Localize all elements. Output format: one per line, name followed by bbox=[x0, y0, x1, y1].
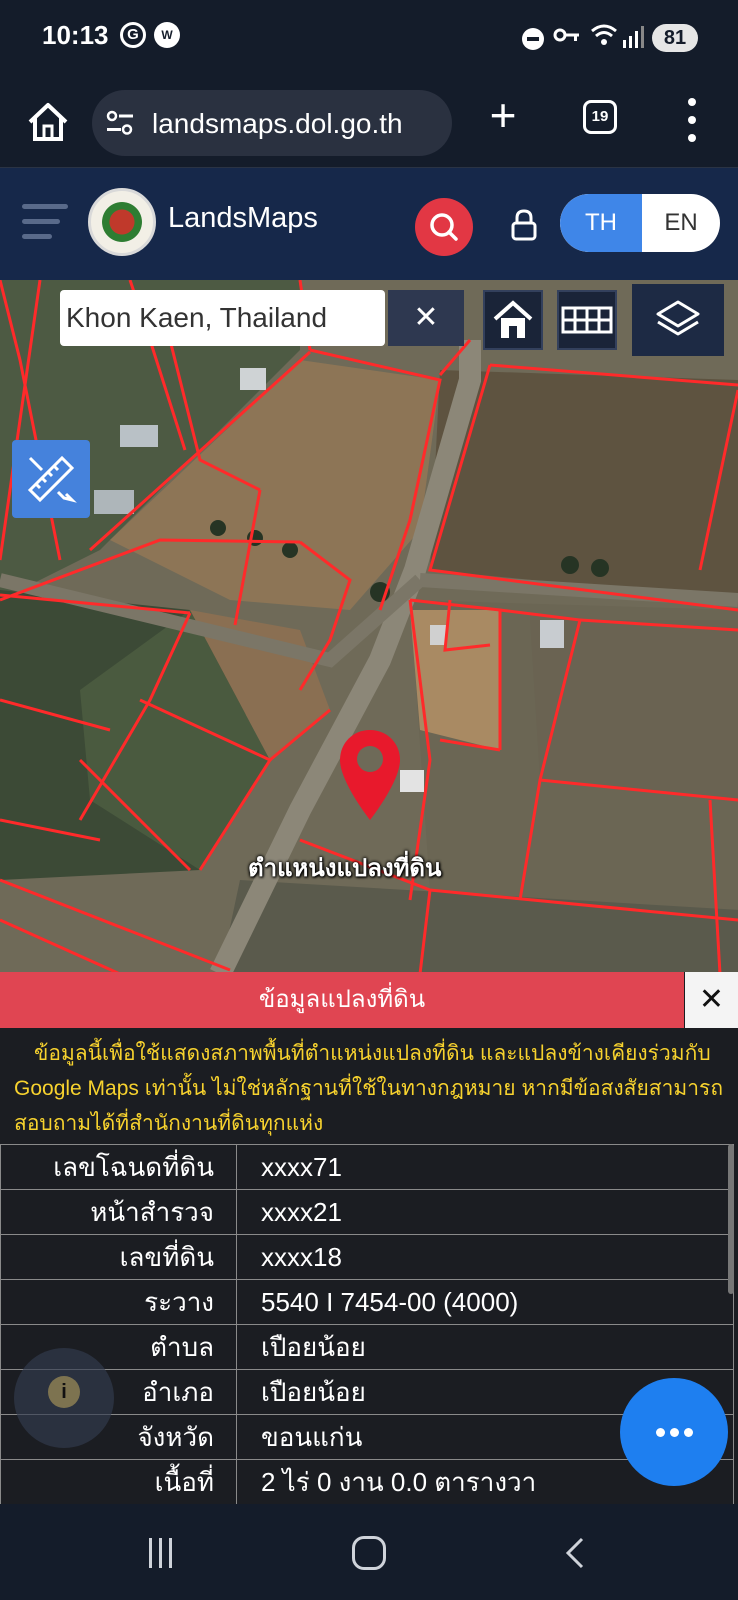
notification-app-icon: W bbox=[154, 22, 180, 48]
row-label: ระวาง bbox=[0, 1279, 237, 1325]
table-row: เลขที่ดิน xxxx18 bbox=[0, 1234, 734, 1280]
recent-apps-button[interactable] bbox=[145, 1538, 177, 1568]
table-row: เนื้อที่ 2 ไร่ 0 งาน 0.0 ตารางวา bbox=[0, 1459, 734, 1505]
wifi-icon bbox=[590, 22, 618, 54]
login-lock-icon[interactable] bbox=[508, 208, 540, 242]
layers-button[interactable] bbox=[632, 284, 724, 356]
row-label: เนื้อที่ bbox=[0, 1459, 237, 1505]
measure-tool-button[interactable] bbox=[12, 440, 90, 518]
row-value: xxxx21 bbox=[236, 1189, 734, 1235]
place-search-box[interactable] bbox=[60, 290, 385, 346]
vpn-key-icon bbox=[553, 24, 581, 52]
clear-search-button[interactable]: ✕ bbox=[388, 290, 464, 346]
hamburger-menu-icon[interactable] bbox=[22, 202, 70, 242]
url-bar[interactable]: landsmaps.dol.go.th bbox=[92, 90, 452, 156]
info-button[interactable]: i bbox=[14, 1348, 114, 1448]
app-header: LandsMaps TH EN bbox=[0, 168, 738, 280]
browser-toolbar: landsmaps.dol.go.th + 19 bbox=[0, 78, 738, 168]
place-search-input[interactable] bbox=[60, 290, 385, 346]
row-label: เลขโฉนดที่ดิน bbox=[0, 1144, 237, 1190]
system-nav-bar bbox=[0, 1504, 738, 1600]
site-settings-icon[interactable] bbox=[106, 110, 134, 136]
more-options-button[interactable] bbox=[620, 1378, 728, 1486]
row-label: หน้าสำรวจ bbox=[0, 1189, 237, 1235]
tab-switcher-button[interactable]: 19 bbox=[583, 100, 617, 134]
satellite-map[interactable]: ✕ ตำแหน่งแปลงที่ดิน bbox=[0, 280, 738, 974]
home-icon[interactable] bbox=[22, 96, 74, 148]
home-map-button[interactable] bbox=[483, 290, 543, 350]
row-value: เปือยน้อย bbox=[236, 1324, 734, 1370]
google-app-icon: G bbox=[120, 22, 146, 48]
table-row: หน้าสำรวจ xxxx21 bbox=[0, 1189, 734, 1235]
browser-menu-icon[interactable] bbox=[680, 96, 704, 146]
grid-overlay-button[interactable] bbox=[557, 290, 617, 350]
info-icon: i bbox=[48, 1376, 80, 1408]
panel-title: ข้อมูลแปลงที่ดิน bbox=[0, 972, 684, 1028]
row-value: xxxx18 bbox=[236, 1234, 734, 1280]
panel-close-button[interactable]: ✕ bbox=[685, 972, 738, 1028]
language-toggle[interactable]: TH EN bbox=[560, 194, 720, 252]
lang-en-button[interactable]: EN bbox=[642, 194, 720, 252]
home-button[interactable] bbox=[352, 1536, 386, 1570]
table-row: เลขโฉนดที่ดิน xxxx71 bbox=[0, 1144, 734, 1190]
url-text[interactable]: landsmaps.dol.go.th bbox=[152, 108, 403, 140]
row-value: 5540 I 7454-00 (4000) bbox=[236, 1279, 734, 1325]
parcel-location-pin-icon[interactable] bbox=[338, 728, 402, 824]
lang-th-button[interactable]: TH bbox=[560, 194, 642, 252]
table-row: ตำบล เปือยน้อย bbox=[0, 1324, 734, 1370]
brand-title: LandsMaps bbox=[168, 202, 318, 234]
panel-scrollbar[interactable] bbox=[728, 1144, 734, 1294]
search-button[interactable] bbox=[415, 198, 473, 256]
row-label: เลขที่ดิน bbox=[0, 1234, 237, 1280]
parcel-location-label: ตำแหน่งแปลงที่ดิน bbox=[248, 855, 442, 882]
parcel-info-panel: ข้อมูลแปลงที่ดิน ✕ ข้อมูลนี้เพื่อใช้แสดง… bbox=[0, 972, 738, 1512]
status-bar: 10:13 G W 81 bbox=[0, 0, 738, 78]
status-time: 10:13 bbox=[42, 20, 109, 50]
dnd-icon bbox=[522, 28, 544, 50]
dol-seal-logo bbox=[88, 188, 156, 256]
back-button[interactable] bbox=[562, 1536, 588, 1570]
new-tab-button[interactable]: + bbox=[478, 88, 528, 142]
table-row: ระวาง 5540 I 7454-00 (4000) bbox=[0, 1279, 734, 1325]
row-value: xxxx71 bbox=[236, 1144, 734, 1190]
signal-icon bbox=[622, 26, 644, 48]
disclaimer-text: ข้อมูลนี้เพื่อใช้แสดงสภาพพื้นที่ตำแหน่งแ… bbox=[14, 1042, 724, 1135]
battery-icon: 81 bbox=[652, 24, 698, 52]
